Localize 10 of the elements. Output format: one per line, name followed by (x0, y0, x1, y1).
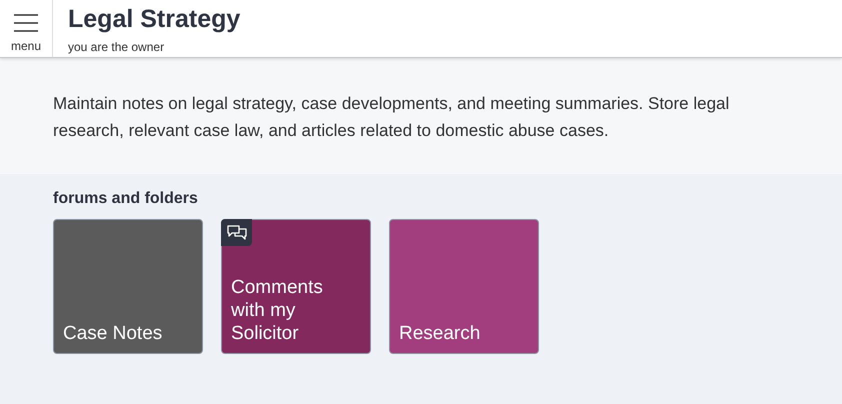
menu-icon (14, 12, 38, 32)
section-heading: forums and folders (53, 190, 199, 208)
description-text: Maintain notes on legal strategy, case developments, and meeting summaries. Store legal research, relevant case law, and articles related to domestic abuse cases. (53, 93, 730, 142)
folder-tile[interactable]: Research (389, 219, 539, 354)
owner-note: you are the owner (68, 40, 166, 54)
chat-bubbles-icon (221, 219, 252, 246)
folder-tile[interactable]: Case Notes (53, 219, 203, 354)
folder-tile[interactable]: Comments with my Solicitor (221, 219, 371, 354)
page-title: Legal Strategy (68, 5, 240, 34)
menu-button[interactable]: menu (0, 0, 53, 57)
